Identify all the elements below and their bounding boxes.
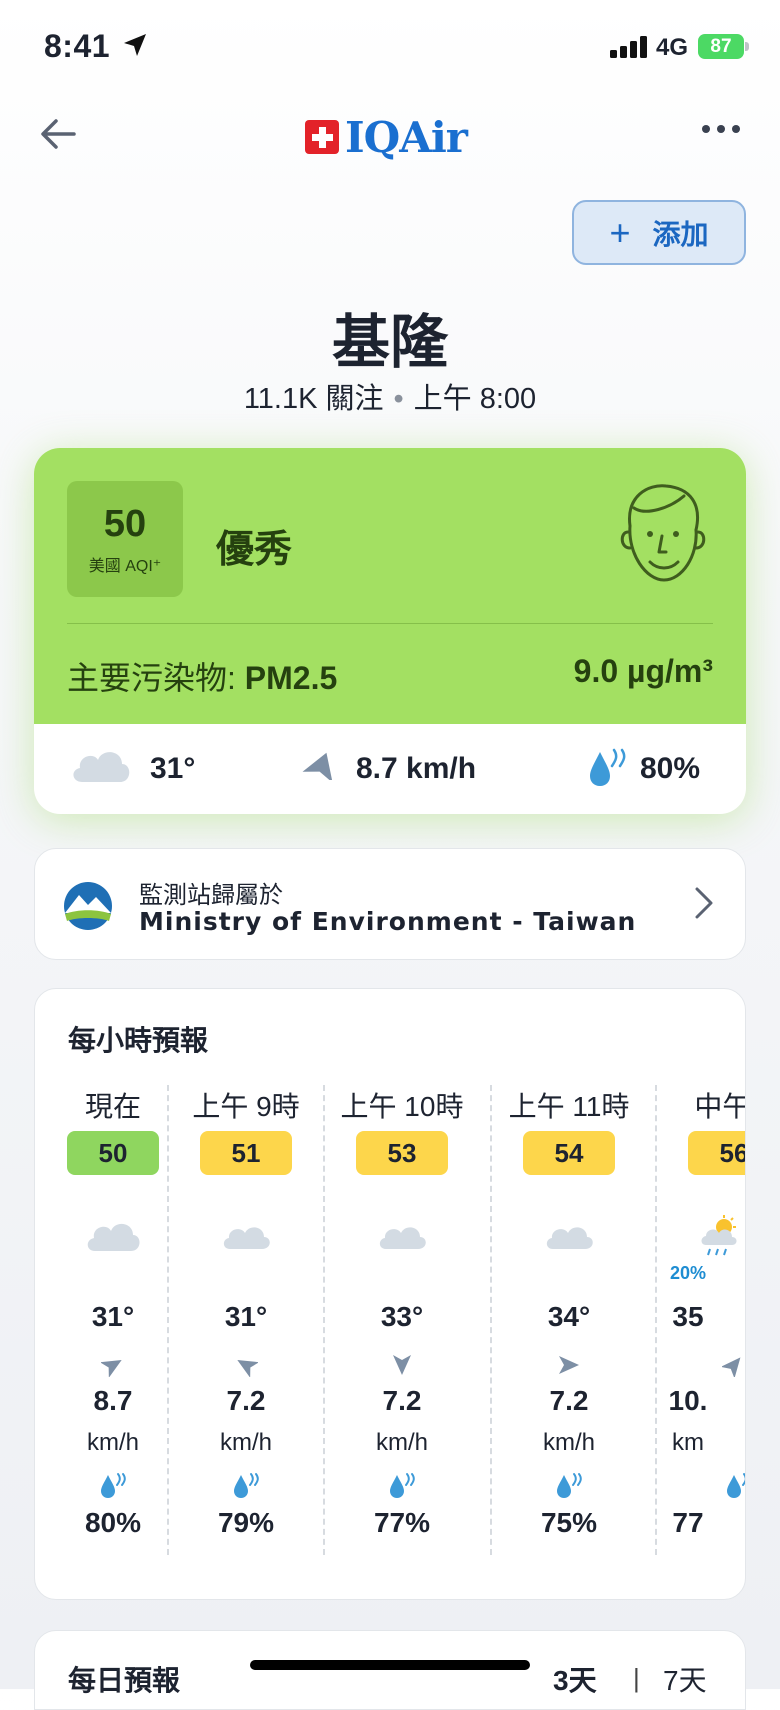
hour-humidity: 77 [672,1507,704,1538]
aqi-badge: 50 [67,1131,159,1175]
aqi-badge: 50 美國 AQI⁺ [67,481,183,597]
monitor-label: 監測站歸屬於 [139,882,283,909]
cloud-icon [73,752,130,782]
wind-speed: 7.2 [382,1385,422,1416]
status-bar: 8:41 4G 87 [0,0,780,95]
wind-unit: km/h [219,1429,272,1456]
wind-direction-icon [101,1360,122,1377]
hour-label: 上午 9時 [192,1091,300,1122]
aqi-level: 優秀 [216,529,293,571]
wind-unit: km [672,1429,704,1456]
hour-humidity: 79% [217,1507,275,1538]
monitor-owner: Ministry of Environment - Taiwan [139,907,637,936]
hour-label: 上午 11時 [508,1091,630,1122]
followers-count: 11.1K 關注 [243,383,384,415]
humidity-icon [234,1473,259,1498]
cloud-icon [87,1223,140,1251]
daily-forecast-card: 每日預報 3天 | 7天 [34,1630,746,1710]
tab-7-days[interactable]: 7天 [663,1659,707,1699]
brand-name: IQAir [345,112,468,162]
humidity-icon [101,1473,126,1498]
pollutant-name: PM2.5 [244,660,338,696]
hourly-item: 中午 1 56 20% 35 10. km 77 [655,1085,746,1555]
wind-direction-icon [302,752,333,780]
cloud-icon [546,1227,593,1249]
aqi-card[interactable]: 50 美國 AQI⁺ 優秀 主要污染物: PM2.5 9.0 µg/m³ 31°… [34,448,746,814]
wind-speed: 7.2 [226,1385,266,1416]
hourly-item: 上午 9時 51 31° 7.2 km/h 79% [167,1085,323,1555]
add-button[interactable]: + 添加 [572,200,746,265]
hour-temperature: 35 [672,1301,704,1332]
aqi-badge: 51 [200,1131,292,1175]
main-pollutant: 主要污染物: PM2.5 [67,653,337,699]
humidity-icon [557,1473,582,1498]
network-label: 4G [656,34,689,61]
current-temperature: 31° [150,752,196,785]
add-label: 添加 [652,218,709,250]
pollutant-label: 主要污染物: [67,660,245,696]
aqi-summary: 50 美國 AQI⁺ 優秀 主要污染物: PM2.5 9.0 µg/m³ [34,448,746,724]
pollutant-concentration: 9.0 µg/m³ [573,653,713,689]
current-wind: 8.7 km/h [356,752,477,785]
location-arrow-icon [124,34,146,56]
current-humidity: 80% [640,752,701,785]
hour-label: 中午 1 [694,1091,746,1122]
hourly-title: 每小時預報 [68,1025,209,1056]
divider [67,623,713,624]
brand-logo: IQAir [305,112,468,162]
humidity-icon [727,1473,745,1498]
tab-divider: | [633,1663,640,1693]
cloud-icon [223,1227,270,1249]
hourly-item: 上午 10時 53 33° 7.2 km/h 77% [323,1085,479,1555]
aqi-badge: 53 [356,1131,448,1175]
current-weather: 31° 8.7 km/h 80% [34,724,746,814]
wind-direction-icon [559,1356,579,1374]
daily-title: 每日預報 [68,1665,181,1696]
sun-rain-icon [701,1215,737,1256]
happy-face-icon [620,484,706,582]
wind-unit: km/h [375,1429,428,1456]
wind-direction-icon [237,1360,258,1377]
hourly-forecast-card[interactable]: 每小時預報 現在 50 31° 8.7 km/h 80% 上午 9時 51 31… [34,988,746,1600]
chevron-right-icon [695,887,713,919]
monitor-station-card[interactable]: 監測站歸屬於 Ministry of Environment - Taiwan [34,848,746,960]
separator-dot: • [393,383,404,415]
battery-tip [745,42,749,51]
hour-humidity: 77% [373,1507,431,1538]
ministry-logo-icon [64,882,112,930]
update-time: 上午 8:00 [413,383,537,415]
home-indicator[interactable] [250,1660,530,1670]
wind-direction-icon [393,1355,411,1375]
more-menu-icon[interactable] [702,125,740,133]
hour-temperature: 31° [224,1301,268,1332]
aqi-badge: 54 [523,1131,615,1175]
plus-icon: + [609,211,631,253]
cloud-icon [379,1227,426,1249]
aqi-badge: 56 [688,1131,745,1175]
clock: 8:41 [44,28,111,64]
wind-direction-icon [722,1357,741,1377]
aqi-value: 50 [103,503,147,545]
signal-icon [610,36,647,58]
tab-3-days[interactable]: 3天 [553,1659,597,1699]
aqi-unit: 美國 AQI⁺ [88,558,162,575]
wind-speed: 10. [668,1385,708,1416]
hour-temperature: 33° [380,1301,424,1332]
city-name: 基隆 [331,310,448,375]
humidity-icon [590,748,626,786]
battery-icon: 87 [698,34,744,59]
humidity-icon [390,1473,415,1498]
hour-label: 上午 10時 [340,1091,464,1122]
rain-chance: 20% [669,1263,707,1283]
city-subtitle: 11.1K 關注 • 上午 8:00 [0,375,780,417]
back-arrow-icon[interactable] [36,112,80,156]
swiss-flag-icon [305,120,339,154]
